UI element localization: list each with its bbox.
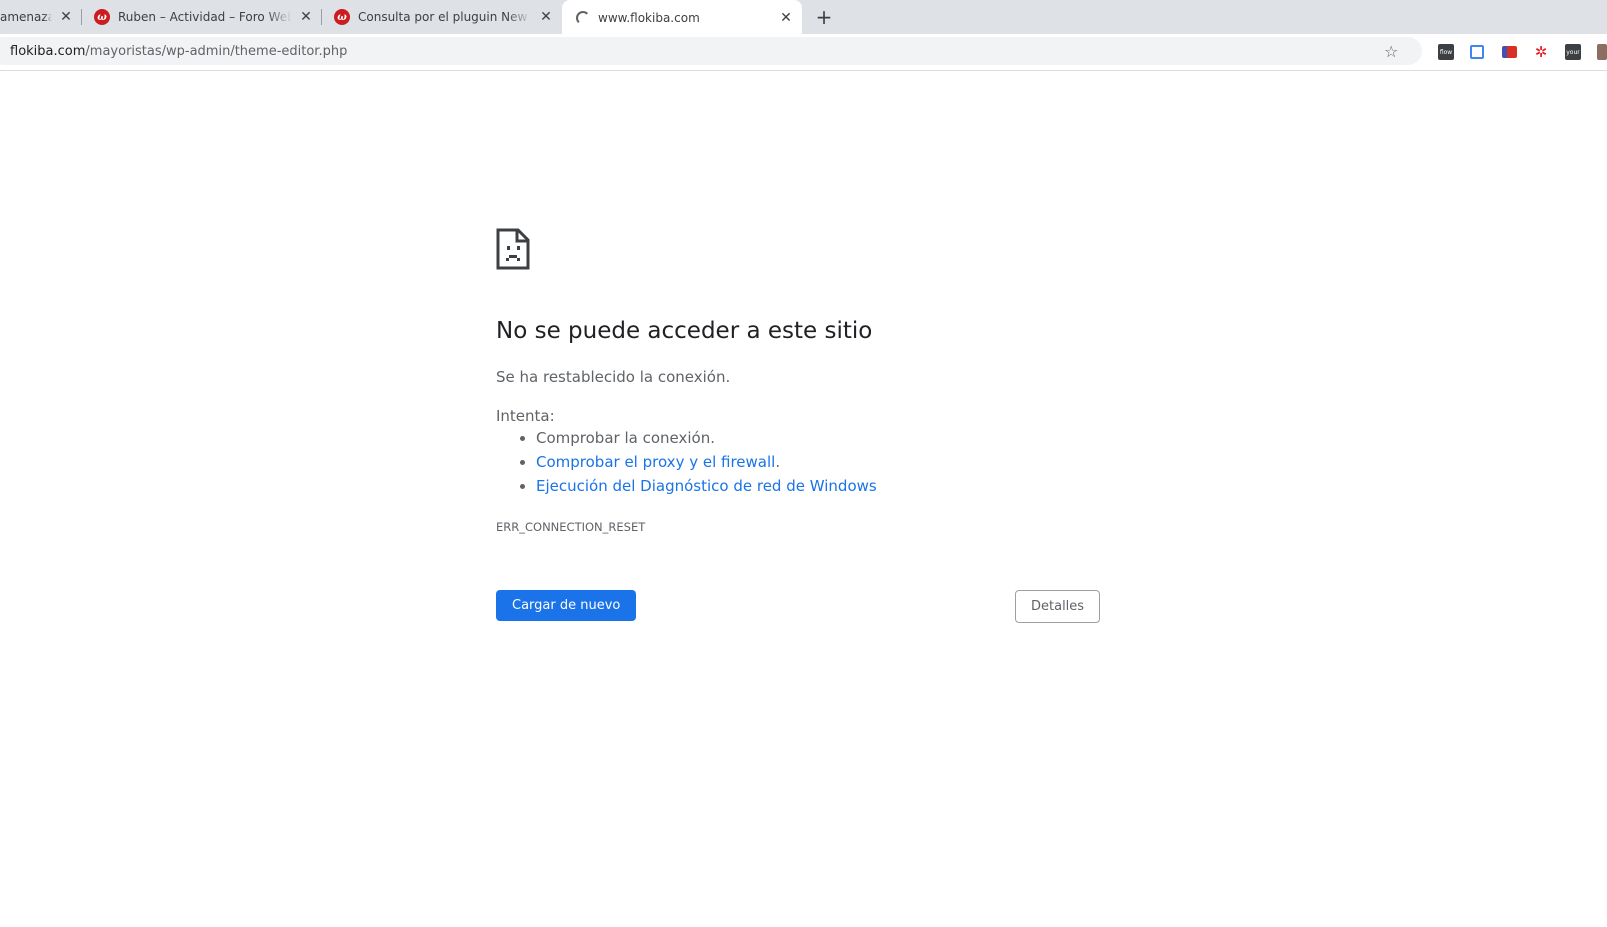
- webempresa-icon: ω: [334, 9, 350, 25]
- error-title: No se puede acceder a este sitio: [496, 318, 873, 344]
- close-icon[interactable]: ✕: [778, 10, 794, 26]
- bug-extension-icon[interactable]: ✲: [1533, 44, 1549, 60]
- suggestion-check-connection: Comprobar la conexión.: [536, 426, 877, 450]
- webempresa-icon: ω: [94, 9, 110, 25]
- loading-spinner-icon: [576, 11, 590, 25]
- address-bar-url[interactable]: flokiba.com/mayoristas/wp-admin/theme-ed…: [10, 44, 347, 59]
- reload-button[interactable]: Cargar de nuevo: [496, 590, 637, 621]
- suggestion-check-proxy: Comprobar el proxy y el firewall.: [536, 450, 877, 474]
- network-diagnostics-link[interactable]: Ejecución del Diagnóstico de red de Wind…: [536, 477, 877, 495]
- error-code: ERR_CONNECTION_RESET: [496, 520, 646, 534]
- url-path: /mayoristas/wp-admin/theme-editor.php: [85, 44, 348, 59]
- dark-extension-icon[interactable]: your: [1565, 44, 1581, 60]
- new-tab-button[interactable]: +: [812, 5, 836, 29]
- tab-flokiba-active[interactable]: www.flokiba.com ✕: [562, 0, 802, 36]
- suggestion-network-diagnostics: Ejecución del Diagnóstico de red de Wind…: [536, 474, 877, 498]
- flag-extension-icon[interactable]: [1502, 46, 1517, 58]
- flow-extension-icon[interactable]: flow: [1438, 44, 1454, 60]
- try-label: Intenta:: [496, 407, 555, 425]
- tab-ruben-actividad[interactable]: ω Ruben – Actividad – Foro Webempresa ✕: [82, 0, 322, 34]
- close-icon[interactable]: ✕: [298, 9, 314, 25]
- browser-toolbar: flokiba.com/mayoristas/wp-admin/theme-ed…: [0, 34, 1607, 71]
- tab-title: Consulta por el pluguin New User: [358, 10, 532, 24]
- close-icon[interactable]: ✕: [538, 9, 554, 25]
- error-description: Se ha restablecido la conexión.: [496, 368, 731, 386]
- tab-title: amenazas: [0, 10, 52, 24]
- close-icon[interactable]: ✕: [58, 9, 74, 25]
- partial-extension-icon[interactable]: [1597, 44, 1607, 60]
- suggestion-text: Comprobar la conexión.: [536, 429, 715, 447]
- tab-strip: amenazas ✕ ω Ruben – Actividad – Foro We…: [0, 0, 1607, 36]
- tab-consulta-pluguin[interactable]: ω Consulta por el pluguin New User ✕: [322, 0, 562, 34]
- suggestion-suffix: .: [775, 453, 781, 471]
- tab-title: www.flokiba.com: [598, 11, 700, 25]
- url-host: flokiba.com: [10, 44, 86, 59]
- blue-extension-icon[interactable]: [1470, 45, 1484, 59]
- tab-title: Ruben – Actividad – Foro Webempresa: [118, 10, 292, 24]
- details-button[interactable]: Detalles: [1015, 590, 1101, 623]
- check-proxy-link[interactable]: Comprobar el proxy y el firewall: [536, 453, 775, 471]
- suggestions-list: Comprobar la conexión. Comprobar el prox…: [496, 426, 877, 498]
- sad-page-icon: [496, 228, 530, 270]
- bookmark-star-icon[interactable]: ☆: [1384, 44, 1398, 60]
- tab-amenazas[interactable]: amenazas ✕: [0, 0, 82, 34]
- address-bar[interactable]: flokiba.com/mayoristas/wp-admin/theme-ed…: [0, 37, 1422, 65]
